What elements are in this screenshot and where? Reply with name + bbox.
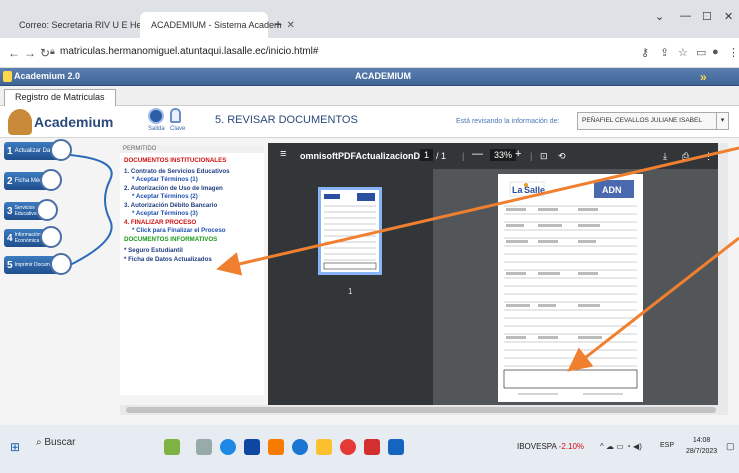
word-icon[interactable] [388, 439, 404, 455]
task-view-icon[interactable] [196, 439, 212, 455]
browser-icon[interactable] [292, 439, 308, 455]
language-indicator[interactable]: ESP [660, 442, 674, 449]
system-clock[interactable]: 14:08 28/7/2023 [686, 435, 717, 457]
windows-taskbar: ⊞ ⌕ Buscar IBOVESPA -2.10% ^ ☁ ▭ ◔ ◀) ES… [0, 425, 739, 473]
widget-icon[interactable] [164, 439, 180, 455]
windows-start-icon[interactable]: ⊞ [10, 440, 20, 454]
annotation-arrow-2 [567, 236, 739, 372]
annotation-arrows [216, 146, 739, 372]
clock-date: 28/7/2023 [686, 448, 718, 455]
office-icon[interactable] [268, 439, 284, 455]
mail-icon[interactable] [244, 439, 260, 455]
chrome-icon[interactable] [340, 439, 356, 455]
edge-icon[interactable] [220, 439, 236, 455]
notification-icon[interactable]: ▢ [726, 441, 735, 452]
file-explorer-icon[interactable] [316, 439, 332, 455]
stock-change: -2.10% [558, 442, 585, 451]
media-icon[interactable] [364, 439, 380, 455]
clock-time: 14:08 [692, 437, 711, 444]
search-icon: ⌕ [36, 437, 42, 448]
search-label: Buscar [44, 437, 76, 448]
stock-name: IBOVESPA [517, 442, 557, 451]
stock-ticker[interactable]: IBOVESPA -2.10% [517, 442, 584, 451]
taskbar-search[interactable]: ⌕ Buscar [36, 437, 76, 448]
tray-icons[interactable]: ^ ☁ ▭ ◔ ◀) [600, 442, 642, 451]
annotation-arrow-1 [216, 146, 739, 276]
